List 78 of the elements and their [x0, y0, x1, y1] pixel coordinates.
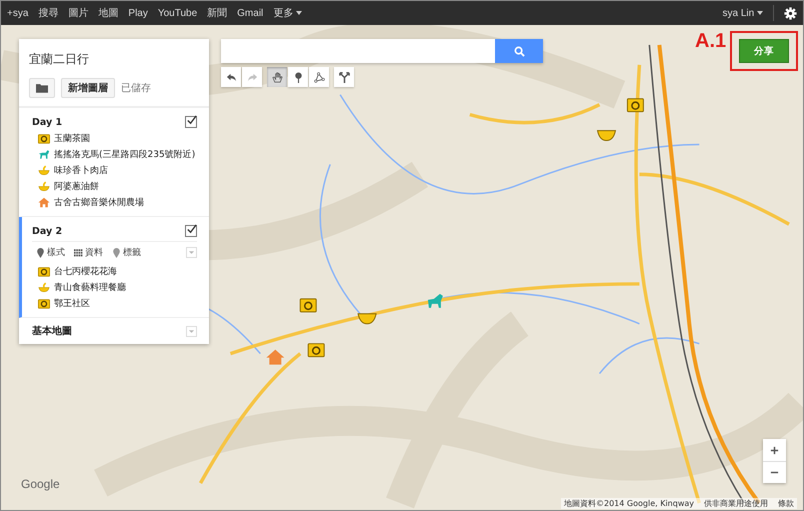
nav-link[interactable]: 圖片 [68, 6, 88, 20]
plus-icon [770, 446, 779, 454]
terms-link[interactable]: 條款 [778, 498, 794, 509]
map-tool-button[interactable] [267, 67, 287, 87]
place-name[interactable]: 台七丙櫻花花海 [54, 264, 117, 278]
bowl-marker-icon[interactable] [358, 313, 377, 324]
caret-icon [188, 328, 195, 334]
camera-marker-icon[interactable] [300, 298, 317, 312]
google-logo: Google [21, 477, 60, 491]
place-name[interactable]: 鄂王社区 [54, 296, 90, 310]
more-menu[interactable]: 更多 [273, 6, 302, 20]
bowl-icon [38, 180, 50, 192]
place-name[interactable]: 味珍香卜肉店 [54, 164, 108, 176]
add-layer-button[interactable]: 新增圖層 [61, 78, 115, 98]
layer-option[interactable]: 標籤 [112, 246, 141, 259]
map-tool-button[interactable] [309, 67, 329, 87]
layer-option[interactable]: 樣式 [36, 246, 65, 259]
redo-icon [246, 72, 258, 82]
camera-marker-icon[interactable] [626, 98, 644, 112]
search-button[interactable] [495, 39, 543, 63]
map-tool-button[interactable] [334, 67, 354, 87]
map-tool-button[interactable] [288, 67, 308, 87]
horse-icon [38, 148, 50, 160]
nav-link[interactable]: Play [128, 8, 148, 18]
nav-link[interactable]: 新聞 [207, 6, 228, 20]
directions-icon [338, 72, 350, 82]
folder-icon [36, 83, 48, 93]
save-status: 已儲存 [121, 82, 151, 95]
marker-icon [292, 72, 304, 82]
layer-option[interactable]: 資料 [74, 246, 103, 259]
house-icon [38, 196, 50, 208]
search-field[interactable] [221, 39, 495, 63]
nav-link[interactable]: 搜尋 [38, 6, 58, 20]
caret-icon [757, 10, 763, 15]
bowl-icon [38, 282, 50, 292]
camera-marker-icon[interactable] [308, 343, 325, 358]
folder-button[interactable] [29, 78, 55, 98]
bowl-marker-icon[interactable] [597, 130, 616, 142]
place-name[interactable]: 玉蘭茶園 [54, 132, 90, 144]
zoom-in-button[interactable] [763, 439, 786, 461]
layer-checkbox[interactable] [185, 225, 197, 237]
camera-icon [38, 298, 50, 308]
layer-title[interactable]: Day 2 [32, 226, 62, 236]
place-name[interactable]: 古舍古鄉音樂休閒農場 [54, 196, 144, 208]
annotation-label: A.1 [695, 30, 726, 53]
nav-link[interactable]: Gmail [237, 8, 264, 18]
settings-icon[interactable] [784, 6, 797, 20]
place-name[interactable]: 阿婆蔥油餅 [54, 180, 99, 192]
nav-link[interactable]: 地圖 [98, 6, 118, 20]
camera-icon [38, 266, 50, 276]
camera-icon [38, 132, 50, 144]
nav-link[interactable]: YouTube [158, 8, 198, 18]
hand-icon [272, 72, 282, 82]
pin-icon [36, 248, 45, 258]
map-tool-button[interactable] [221, 67, 241, 87]
nav-link[interactable]: +sya [7, 8, 28, 18]
usage-link[interactable]: 供非商業用途使用 [704, 498, 768, 509]
place-name[interactable]: 搖搖洛克馬(三星路四段235號附近) [54, 148, 196, 160]
house-marker-icon[interactable] [266, 350, 284, 365]
layer-section[interactable]: Day 2 樣式 資料 標籤 台七丙櫻花花海 青山食藝料理餐廳 鄂王社区 [19, 217, 209, 318]
caret-icon [188, 250, 195, 255]
bowl-icon [38, 164, 50, 176]
share-button[interactable]: 分享 [739, 39, 789, 63]
grid-icon [74, 248, 83, 258]
layer-checkbox[interactable] [185, 116, 197, 128]
base-map-title[interactable]: 基本地圖 [32, 324, 72, 338]
user-menu[interactable]: sya Lin [722, 8, 763, 18]
search-icon [514, 46, 524, 56]
layer-title[interactable]: Day 1 [32, 116, 62, 128]
attribution-text: 地圖資料©2014 Google, Kinqway [564, 498, 694, 509]
pin-icon [112, 248, 121, 258]
caret-icon [296, 11, 302, 16]
layer-section[interactable]: Day 1 玉蘭茶園 搖搖洛克馬(三星路四段235號附近) 味珍香卜肉店 阿婆蔥油餅 古舍古鄉音樂休閒農場 [19, 108, 209, 217]
undo-icon [226, 72, 236, 82]
line-tool-icon [314, 72, 324, 82]
horse-marker-icon[interactable] [428, 294, 443, 308]
map-title[interactable]: 宜蘭二日行 [29, 51, 199, 68]
place-name[interactable]: 青山食藝料理餐廳 [54, 280, 126, 294]
